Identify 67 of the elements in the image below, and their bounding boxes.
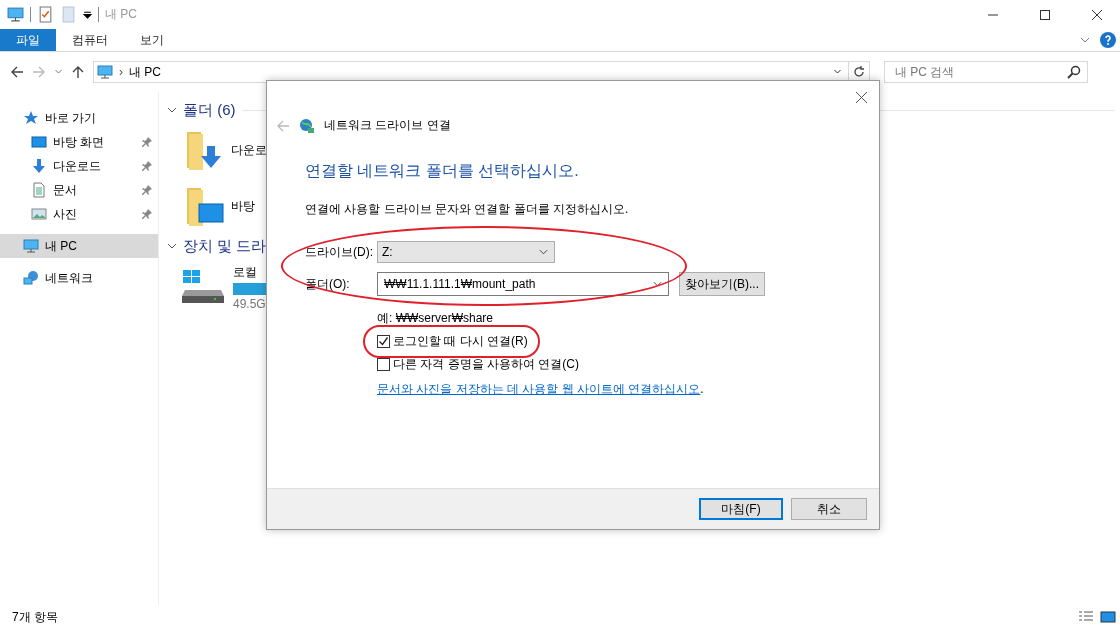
checklist-icon[interactable] bbox=[37, 6, 54, 23]
folder-name[interactable]: 바탕 bbox=[231, 197, 255, 215]
drive-dropdown[interactable]: Z: bbox=[377, 241, 555, 263]
item-count: 7개 항목 bbox=[12, 608, 58, 626]
sidebar-item[interactable]: 바탕 화면 bbox=[0, 130, 158, 154]
refresh-button[interactable] bbox=[848, 61, 870, 83]
checkbox-option[interactable]: 다른 자격 증명을 사용하여 연결(C) bbox=[377, 356, 579, 373]
ribbon-tab[interactable]: 컴퓨터 bbox=[56, 29, 124, 51]
dialog-button[interactable]: 마침(F) bbox=[699, 498, 783, 520]
sidebar-item[interactable]: 내 PC bbox=[0, 234, 158, 258]
back-arrow-icon[interactable] bbox=[10, 65, 24, 79]
browse-button[interactable]: 찾아보기(B)... bbox=[679, 272, 765, 296]
maximize-icon bbox=[1040, 9, 1050, 20]
ribbon-tab[interactable]: 파일 bbox=[0, 29, 56, 51]
refresh-icon bbox=[853, 66, 865, 78]
sidebar-item[interactable]: 바로 가기 bbox=[0, 106, 158, 130]
sidebar-item[interactable]: 다운로드 bbox=[0, 154, 158, 178]
chevron-down-icon bbox=[653, 281, 662, 287]
example-text: 예: ₩₩server₩share bbox=[377, 310, 494, 327]
checkbox[interactable] bbox=[377, 358, 390, 371]
star-icon bbox=[23, 110, 39, 126]
dialog-button[interactable]: 취소 bbox=[791, 498, 867, 520]
globe-icon bbox=[299, 117, 315, 134]
breadcrumb-separator: › bbox=[119, 65, 123, 79]
instruction-text: 연결에 사용할 드라이브 문자와 연결할 폴더를 지정하십시오. bbox=[305, 201, 630, 218]
document-icon bbox=[31, 182, 47, 198]
chevron-down-icon[interactable] bbox=[167, 107, 177, 113]
dialog-heading: 연결할 네트워크 폴더를 선택하십시오. bbox=[305, 161, 580, 181]
pin-icon[interactable] bbox=[142, 137, 152, 147]
search-icon[interactable] bbox=[1066, 64, 1082, 80]
close-icon bbox=[1092, 9, 1102, 20]
pin-icon[interactable] bbox=[142, 161, 152, 171]
large-icons-view-icon[interactable] bbox=[1100, 609, 1116, 625]
dialog-title: 네트워크 드라이브 연결 bbox=[324, 117, 451, 134]
group-header: 장치 및 드라 bbox=[183, 236, 267, 256]
monitor-icon bbox=[23, 238, 39, 254]
sidebar-item[interactable]: 사진 bbox=[0, 202, 158, 226]
checkbox-option[interactable]: 로그인할 때 다시 연결(R) bbox=[377, 333, 528, 350]
down-arrow-icon bbox=[31, 158, 47, 174]
help-icon[interactable] bbox=[1100, 32, 1116, 48]
website-link[interactable]: 문서와 사진을 저장하는 데 사용할 웹 사이트에 연결하십시오 bbox=[377, 382, 701, 396]
monitor-icon bbox=[97, 64, 113, 80]
pin-icon[interactable] bbox=[142, 185, 152, 195]
ribbon-tab[interactable]: 보기 bbox=[124, 29, 180, 51]
chevron-down-icon bbox=[539, 249, 548, 255]
network-icon bbox=[23, 270, 39, 286]
group-header: 폴더 (6) bbox=[183, 100, 236, 120]
up-arrow-icon[interactable] bbox=[71, 65, 85, 79]
monitor-icon bbox=[31, 134, 47, 150]
drive-size: 49.5G bbox=[233, 296, 267, 311]
chevron-down-icon[interactable] bbox=[167, 243, 177, 249]
sidebar-item[interactable]: 문서 bbox=[0, 178, 158, 202]
folder-label: 폴더(O): bbox=[305, 275, 351, 293]
drive-label: 드라이브(D): bbox=[305, 243, 374, 261]
folder-name[interactable]: 다운로 bbox=[231, 141, 267, 159]
sidebar-item[interactable]: 네트워크 bbox=[0, 266, 158, 290]
punctuation: . bbox=[700, 382, 704, 396]
monitor-icon[interactable] bbox=[7, 6, 24, 23]
chevron-down-icon[interactable] bbox=[1080, 37, 1090, 43]
window-title: 내 PC bbox=[105, 6, 137, 23]
checkbox[interactable] bbox=[377, 335, 390, 348]
picture-icon bbox=[31, 206, 47, 222]
dropdown-icon[interactable] bbox=[83, 10, 92, 19]
search-field[interactable]: 내 PC 검색 bbox=[884, 61, 1088, 83]
drive-icon[interactable] bbox=[181, 270, 225, 304]
folder-combo[interactable]: ₩₩11.1.111.1₩mount_path bbox=[377, 272, 669, 296]
pin-icon[interactable] bbox=[142, 209, 152, 219]
